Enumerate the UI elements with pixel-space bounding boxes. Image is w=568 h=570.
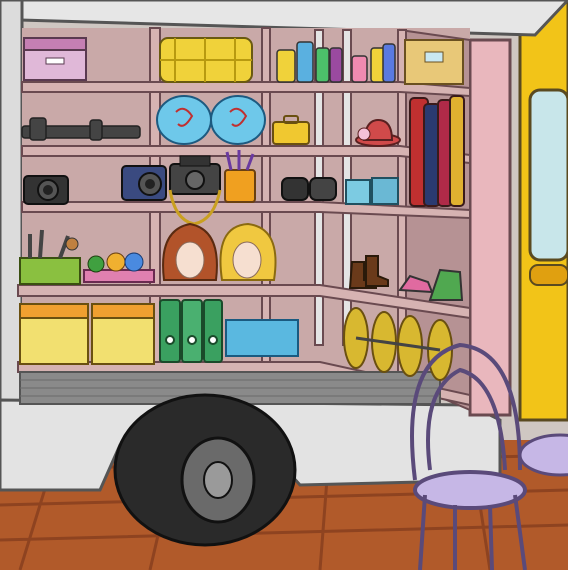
- green-binders[interactable]: [159, 299, 223, 363]
- camera-1[interactable]: [23, 175, 69, 205]
- yellow-fabric-rolls[interactable]: [159, 37, 253, 83]
- cab-window: [528, 88, 568, 262]
- wig-blonde[interactable]: [219, 222, 277, 281]
- game-scene: [0, 0, 568, 570]
- coats[interactable]: [409, 95, 465, 207]
- wheel[interactable]: [113, 393, 297, 547]
- blue-boxes[interactable]: [345, 177, 399, 205]
- storage-box-pink[interactable]: [23, 37, 87, 81]
- brush-cup[interactable]: [224, 150, 256, 203]
- cardboard-box[interactable]: [404, 39, 464, 85]
- blue-tray[interactable]: [225, 319, 299, 357]
- cab-stripe: [529, 264, 568, 286]
- yellow-bins[interactable]: [19, 303, 155, 365]
- camera-2[interactable]: [121, 165, 167, 201]
